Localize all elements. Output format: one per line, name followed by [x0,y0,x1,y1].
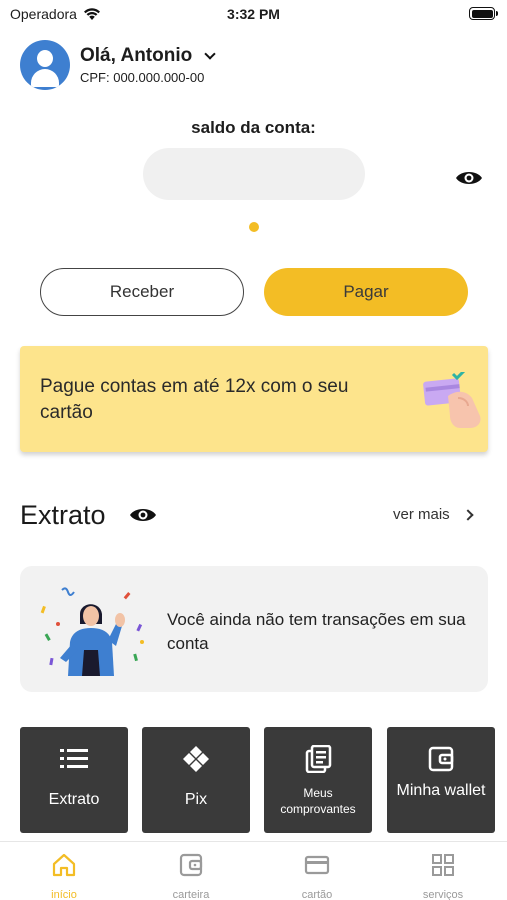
status-time: 3:32 PM [227,6,280,22]
user-greeting: Olá, Antonio [80,45,193,66]
list-icon [60,749,88,768]
chevron-down-icon[interactable] [204,48,216,60]
nav-label: cartão [301,889,333,900]
promo-text: Pague contas em até 12x com o seu cartão [40,376,349,423]
shortcut-wallet[interactable]: Minha wallet [387,727,495,833]
status-bar: Operadora 3:32 PM [0,0,507,28]
shortcut-label: Meus comprovantes [280,786,356,816]
receipts-icon [305,745,332,773]
hand-card-illustration [423,372,481,428]
nav-item-home[interactable]: início [24,852,104,900]
grid-icon [432,854,454,876]
shortcut-receipts[interactable]: Meus comprovantes [264,727,372,833]
wallet-icon [179,853,203,877]
person-celebrating-illustration [40,587,144,676]
carousel-indicator [249,222,259,232]
wallet-icon [428,746,454,772]
empty-transactions-card: Você ainda não tem transações em sua con… [20,566,488,692]
receive-button[interactable]: Receber [40,268,244,316]
user-info[interactable]: Olá, Antonio CPF: 000.000.000-00 [80,45,216,85]
nav-label: serviços [422,889,464,900]
nav-item-card[interactable]: cartão [277,852,357,900]
eye-icon[interactable] [455,169,483,187]
statement-title: Extrato [20,500,106,530]
chevron-right-icon [462,508,474,521]
bottom-nav: início carteira cartão serviços [0,841,507,900]
balance-label: saldo da conta: [191,118,316,137]
account-header[interactable]: Olá, Antonio CPF: 000.000.000-00 [20,40,216,90]
pix-icon [183,746,209,772]
see-more-label: ver mais [393,506,450,523]
avatar[interactable] [20,40,70,90]
battery-icon [469,7,498,20]
card-icon [304,855,330,875]
empty-transactions-text: Você ainda não tem transações em sua con… [167,610,466,653]
pay-button[interactable]: Pagar [264,268,468,316]
home-icon [52,853,76,877]
shortcut-pix[interactable]: Pix [142,727,250,833]
eye-icon[interactable] [129,506,157,524]
shortcut-label: Extrato [48,791,100,808]
shortcut-statement[interactable]: Extrato [20,727,128,833]
balance-hidden-value [143,148,365,200]
nav-item-wallet[interactable]: carteira [151,852,231,900]
shortcut-label: Pix [184,791,208,808]
user-cpf: CPF: 000.000.000-00 [80,70,205,85]
nav-label: carteira [172,889,210,900]
nav-label: início [51,889,77,900]
shortcut-label: Minha wallet [396,782,486,799]
promo-banner[interactable]: Pague contas em até 12x com o seu cartão [20,346,488,452]
see-more-link[interactable]: ver mais [393,506,474,523]
nav-item-services[interactable]: serviços [403,852,483,900]
